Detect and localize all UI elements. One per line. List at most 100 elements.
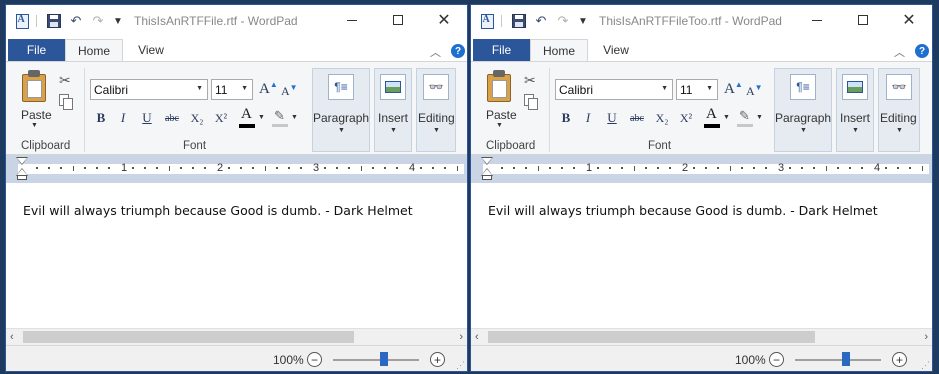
- italic-button[interactable]: I: [579, 109, 597, 127]
- highlight-button[interactable]: ✎: [271, 108, 289, 128]
- scroll-right-icon[interactable]: ›: [924, 331, 928, 343]
- minimize-button[interactable]: [329, 5, 375, 35]
- font-family-select[interactable]: Calibri ▼: [555, 79, 673, 100]
- tab-view[interactable]: View: [123, 39, 179, 61]
- copy-icon[interactable]: [59, 94, 73, 110]
- minimize-ribbon-chevron-up-icon[interactable]: ︿: [430, 44, 441, 60]
- strikethrough-button[interactable]: abc: [628, 109, 646, 127]
- superscript-button[interactable]: X²: [212, 109, 230, 127]
- tab-file[interactable]: File: [473, 39, 530, 61]
- scroll-right-icon[interactable]: ›: [459, 331, 463, 343]
- paragraph-button[interactable]: ¶≡ Paragraph ▼: [774, 68, 832, 152]
- redo-icon[interactable]: ↷: [555, 13, 571, 29]
- subscript-button[interactable]: X₂: [653, 109, 671, 127]
- help-icon[interactable]: ?: [451, 44, 465, 58]
- zoom-slider-thumb[interactable]: [842, 352, 850, 366]
- resize-grip-icon[interactable]: ⋰: [921, 360, 930, 371]
- wordpad-icon[interactable]: [479, 13, 495, 29]
- paste-icon[interactable]: [485, 70, 513, 102]
- redo-icon[interactable]: ↷: [90, 13, 106, 29]
- strikethrough-button[interactable]: abc: [163, 109, 181, 127]
- close-icon: ✕: [437, 12, 451, 29]
- undo-icon[interactable]: ↶: [533, 13, 549, 29]
- grow-font-button[interactable]: A▲: [724, 80, 743, 98]
- font-color-button[interactable]: A: [238, 106, 256, 128]
- save-icon[interactable]: [511, 13, 527, 29]
- cut-icon[interactable]: ✂: [524, 72, 536, 89]
- editing-button[interactable]: 👓 Editing ▼: [416, 68, 456, 152]
- paste-chevron-down-icon[interactable]: ▼: [496, 122, 503, 129]
- insert-button[interactable]: Insert ▼: [836, 68, 874, 152]
- copy-icon[interactable]: [524, 94, 538, 110]
- font-family-select[interactable]: Calibri ▼: [90, 79, 208, 100]
- scroll-left-icon[interactable]: ‹: [10, 331, 14, 343]
- ruler-track: 1 2 3 4: [18, 162, 464, 174]
- zoom-in-button[interactable]: +: [430, 352, 445, 367]
- resize-grip-icon[interactable]: ⋰: [456, 360, 465, 371]
- tab-file[interactable]: File: [8, 39, 65, 61]
- maximize-button[interactable]: [375, 5, 421, 35]
- ruler[interactable]: 1 2 3 4: [471, 155, 932, 183]
- document-area[interactable]: Evil will always triumph because Good is…: [6, 183, 467, 329]
- indent-marker[interactable]: [16, 157, 28, 182]
- tab-home[interactable]: Home: [65, 39, 123, 61]
- paste-button[interactable]: Paste: [486, 108, 517, 122]
- font-color-chevron-down-icon[interactable]: ▼: [258, 114, 265, 121]
- cut-icon[interactable]: ✂: [59, 72, 71, 89]
- save-icon[interactable]: [46, 13, 62, 29]
- font-size-select[interactable]: 11 ▼: [676, 79, 718, 100]
- minimize-ribbon-chevron-up-icon[interactable]: ︿: [894, 44, 905, 60]
- ruler[interactable]: 1 2 3 4: [6, 155, 467, 183]
- close-button[interactable]: ✕: [421, 5, 467, 35]
- customize-toolbar-chevron-down-icon[interactable]: ▼: [575, 13, 591, 29]
- bold-button[interactable]: B: [557, 109, 575, 127]
- horizontal-scrollbar[interactable]: ‹ ›: [6, 328, 467, 345]
- insert-button[interactable]: Insert ▼: [374, 68, 412, 152]
- indent-marker[interactable]: [481, 157, 493, 182]
- zoom-out-button[interactable]: −: [769, 352, 784, 367]
- help-icon[interactable]: ?: [915, 44, 929, 58]
- font-color-chevron-down-icon[interactable]: ▼: [723, 114, 730, 121]
- tab-view[interactable]: View: [588, 39, 644, 61]
- underline-button[interactable]: U: [138, 109, 156, 127]
- paragraph-button[interactable]: ¶≡ Paragraph ▼: [312, 68, 370, 152]
- minimize-button[interactable]: [794, 5, 840, 35]
- font-color-button[interactable]: A: [703, 106, 721, 128]
- scrollbar-thumb[interactable]: [23, 331, 354, 343]
- title-bar[interactable]: ↶ ↷ ▼ ThisIsAnRTFFileToo.rtf - WordPad ✕: [471, 5, 932, 37]
- shrink-font-button[interactable]: A▼: [746, 83, 763, 99]
- document-text[interactable]: Evil will always triumph because Good is…: [23, 203, 413, 218]
- title-bar[interactable]: ↶ ↷ ▼ ThisIsAnRTFFile.rtf - WordPad ✕: [6, 5, 467, 37]
- customize-toolbar-chevron-down-icon[interactable]: ▼: [110, 13, 126, 29]
- shrink-font-button[interactable]: A▼: [281, 83, 298, 99]
- bold-button[interactable]: B: [92, 109, 110, 127]
- subscript-button[interactable]: X₂: [188, 109, 206, 127]
- superscript-button[interactable]: X²: [677, 109, 695, 127]
- wordpad-icon[interactable]: [14, 13, 30, 29]
- highlight-chevron-down-icon[interactable]: ▼: [291, 114, 298, 121]
- document-area[interactable]: Evil will always triumph because Good is…: [471, 183, 932, 329]
- paste-button[interactable]: Paste: [21, 108, 52, 122]
- scroll-left-icon[interactable]: ‹: [475, 331, 479, 343]
- highlight-button[interactable]: ✎: [736, 108, 754, 128]
- zoom-slider-thumb[interactable]: [380, 352, 388, 366]
- document-text[interactable]: Evil will always triumph because Good is…: [488, 203, 878, 218]
- grow-font-button[interactable]: A▲: [259, 80, 278, 98]
- tab-home[interactable]: Home: [530, 39, 588, 61]
- italic-button[interactable]: I: [114, 109, 132, 127]
- zoom-in-button[interactable]: +: [892, 352, 907, 367]
- highlight-chevron-down-icon[interactable]: ▼: [756, 114, 763, 121]
- underline-button[interactable]: U: [603, 109, 621, 127]
- close-button[interactable]: ✕: [886, 5, 932, 35]
- zoom-slider[interactable]: [795, 359, 881, 361]
- maximize-button[interactable]: [840, 5, 886, 35]
- undo-icon[interactable]: ↶: [68, 13, 84, 29]
- paste-icon[interactable]: [20, 70, 48, 102]
- font-size-select[interactable]: 11 ▼: [211, 79, 253, 100]
- zoom-slider[interactable]: [333, 359, 419, 361]
- paste-chevron-down-icon[interactable]: ▼: [31, 122, 38, 129]
- scrollbar-thumb[interactable]: [488, 331, 815, 343]
- zoom-out-button[interactable]: −: [307, 352, 322, 367]
- editing-button[interactable]: 👓 Editing ▼: [878, 68, 920, 152]
- horizontal-scrollbar[interactable]: ‹ ›: [471, 328, 932, 345]
